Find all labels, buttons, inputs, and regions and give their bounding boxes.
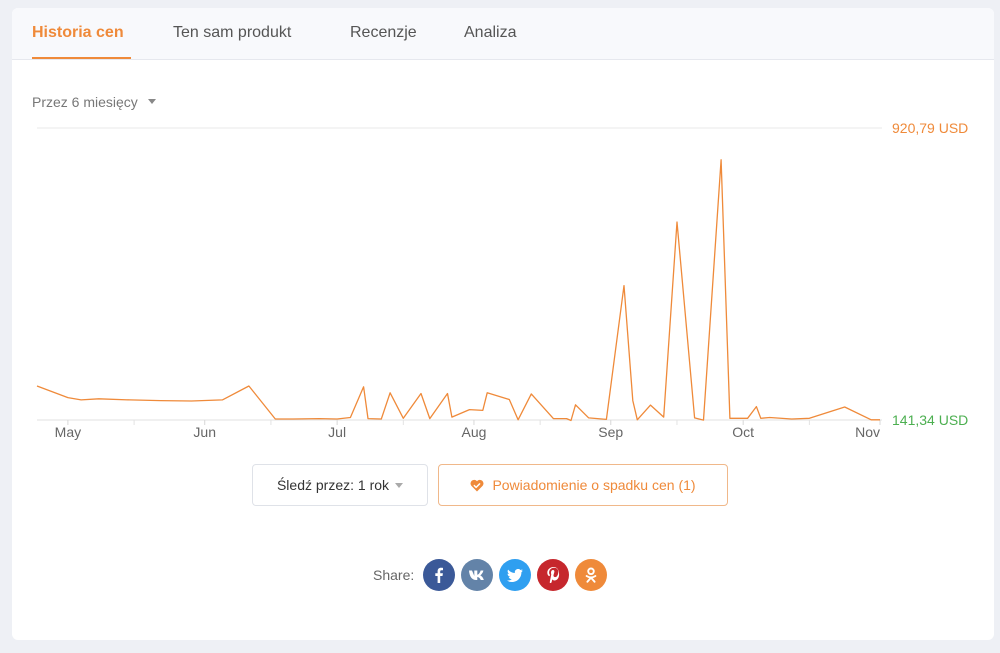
price-drop-alert-label: Powiadomienie o spadku cen (1) xyxy=(492,477,696,493)
heart-icon xyxy=(470,479,484,492)
x-tick-label: Oct xyxy=(732,424,754,440)
share-label: Share: xyxy=(373,567,415,583)
price-drop-alert-button[interactable]: Powiadomienie o spadku cen (1) xyxy=(438,464,728,506)
facebook-icon xyxy=(432,567,446,583)
twitter-icon xyxy=(507,568,524,582)
twitter-share-button[interactable] xyxy=(499,559,532,591)
odnoklassniki-icon xyxy=(585,567,597,584)
track-period-label: Śledź przez: 1 rok xyxy=(276,477,390,493)
pinterest-icon xyxy=(547,567,560,583)
x-tick-label: Aug xyxy=(461,424,486,440)
x-tick-label: Jul xyxy=(328,424,346,440)
pinterest-share-button[interactable] xyxy=(537,559,570,591)
share-bar: Share: xyxy=(373,559,613,591)
price-line xyxy=(36,159,880,422)
x-tick-label: Jun xyxy=(193,424,216,440)
x-tick-label: Sep xyxy=(598,424,623,440)
min-price-label: 141,34 USD xyxy=(892,412,968,428)
odnoklassniki-share-button[interactable] xyxy=(575,559,608,591)
max-price-label: 920,79 USD xyxy=(892,120,968,136)
x-tick-label: May xyxy=(55,424,81,440)
facebook-share-button[interactable] xyxy=(423,559,456,591)
vk-icon xyxy=(468,569,486,581)
price-chart: May Jun Jul Aug Sep Oct Nov 920,79 USD 141,34 … xyxy=(36,120,968,440)
grid xyxy=(37,127,882,421)
track-period-button[interactable]: Śledź przez: 1 rok xyxy=(252,464,428,506)
vk-share-button[interactable] xyxy=(461,559,494,591)
x-ticks: May Jun Jul Aug Sep Oct Nov xyxy=(55,420,881,440)
x-tick-label: Nov xyxy=(855,424,880,440)
chevron-down-icon xyxy=(395,482,404,488)
